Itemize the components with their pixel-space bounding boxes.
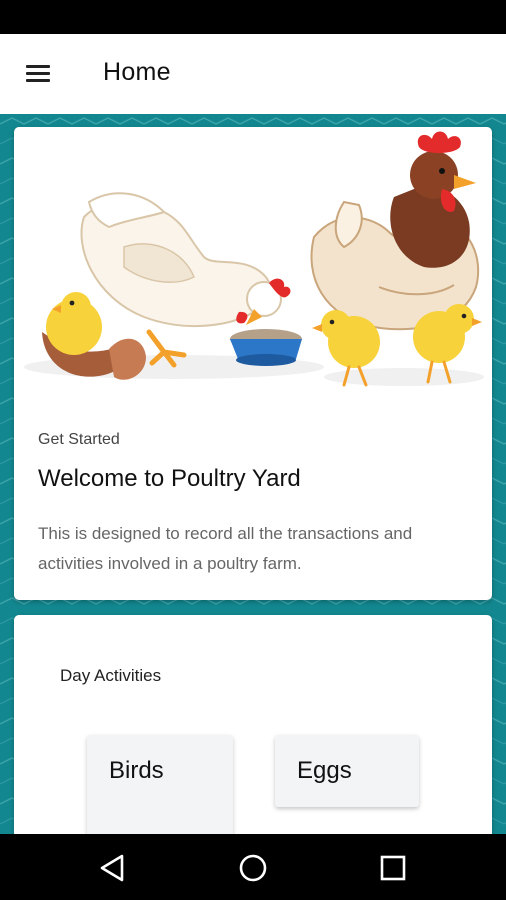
home-circle-icon[interactable] [236,851,270,885]
eggs-tile[interactable]: Eggs [275,735,419,807]
status-bar [0,0,506,34]
hamburger-menu-icon[interactable] [24,60,54,88]
welcome-description: This is designed to record all the trans… [38,524,413,573]
section-title: Day Activities [60,666,162,685]
welcome-card: Get Started Welcome to Poultry Yard This… [14,127,492,600]
card-eyebrow: Get Started [38,431,120,448]
recents-square-icon[interactable] [376,851,410,885]
poultry-illustration [24,131,484,387]
birds-tile-label: Birds [109,757,164,784]
back-triangle-icon[interactable] [96,851,130,885]
eggs-tile-label: Eggs [297,757,352,784]
page-title: Home [103,58,171,86]
app-bar: Home [0,34,506,115]
system-nav-bar [0,834,506,900]
welcome-title: Welcome to Poultry Yard [38,465,301,492]
